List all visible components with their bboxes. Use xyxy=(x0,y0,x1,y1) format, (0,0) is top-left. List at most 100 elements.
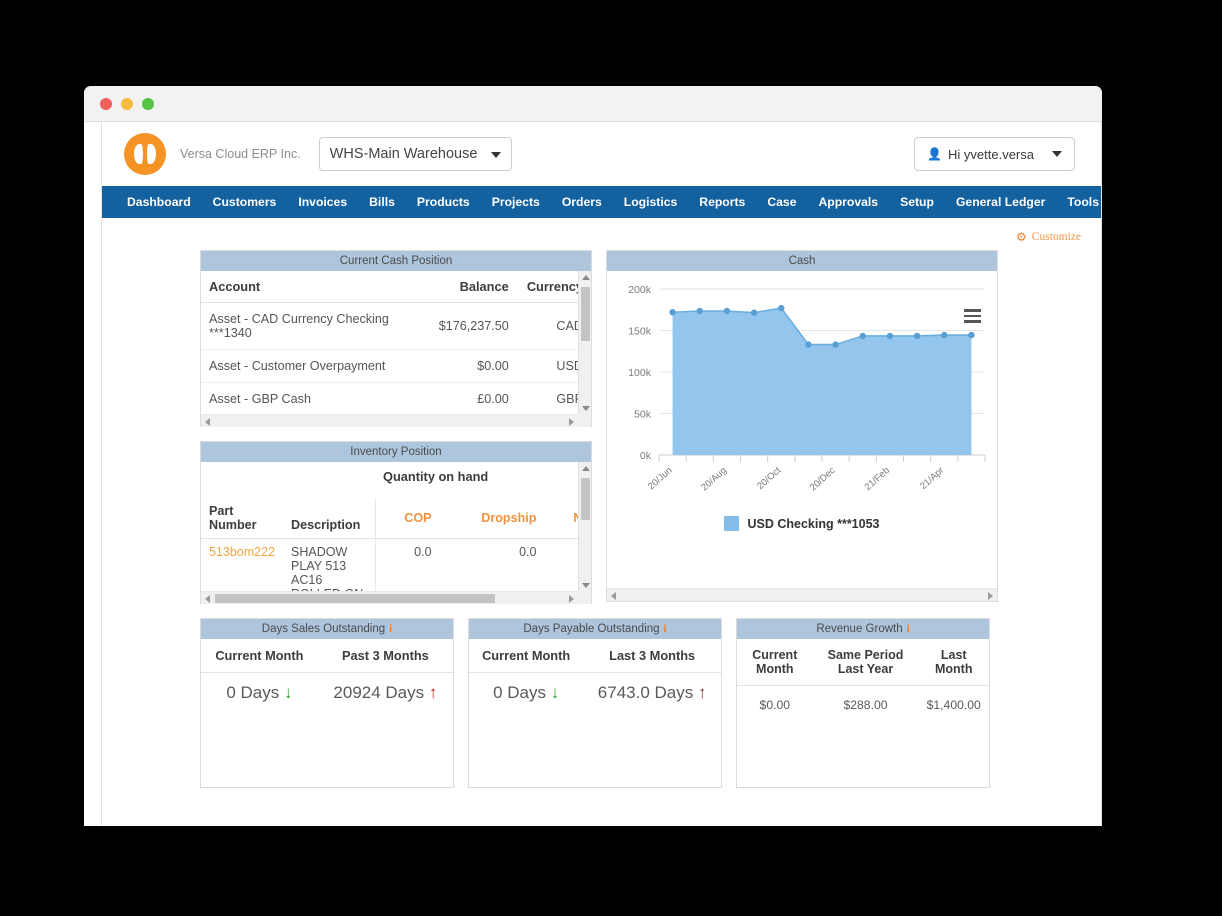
cell-past-3-months: 20924 Days ↑ xyxy=(318,673,453,714)
svg-text:20/Jun: 20/Jun xyxy=(646,465,675,492)
nav-item-orders[interactable]: Orders xyxy=(551,186,613,218)
cell-current-month: 0 Days ↓ xyxy=(469,673,583,714)
chart-menu-icon[interactable] xyxy=(964,309,981,326)
scroll-up-icon[interactable] xyxy=(582,275,590,280)
svg-text:200k: 200k xyxy=(628,284,652,296)
table-row[interactable]: Asset - Customer Overpayment $0.00 USD xyxy=(201,349,591,383)
nav-item-invoices[interactable]: Invoices xyxy=(287,186,358,218)
inventory-position-table: Quantity on hand Part Number Description… xyxy=(201,462,591,604)
nav-item-reports[interactable]: Reports xyxy=(688,186,756,218)
nav-item-customers[interactable]: Customers xyxy=(202,186,288,218)
legend-label: USD Checking ***1053 xyxy=(747,516,880,531)
nav-item-tools[interactable]: Tools xyxy=(1056,186,1101,218)
group-header-quantity-on-hand: Quantity on hand xyxy=(383,469,489,484)
scroll-right-icon[interactable] xyxy=(569,418,574,426)
table-header-row: Current Month Last 3 Months xyxy=(469,639,721,673)
chart-canvas: 0k 50k 100k 150k 200k 20/Jun 20/Aug 20/Oct 20/De… xyxy=(628,284,986,493)
user-menu-label: Hi yvette.versa xyxy=(948,146,1034,162)
minimize-window-button[interactable] xyxy=(121,97,133,110)
horizontal-scrollbar[interactable] xyxy=(201,591,578,604)
table-row: 0 Days ↓ 6743.0 Days ↑ xyxy=(469,673,721,714)
panel-title-label: Days Payable Outstanding xyxy=(523,623,660,635)
panel-title: Cash xyxy=(607,251,997,271)
vertical-scrollbar[interactable] xyxy=(578,271,591,415)
nav-item-products[interactable]: Products xyxy=(406,186,481,218)
scrollbar-thumb[interactable] xyxy=(581,287,590,341)
dashboard-content: ⚙ Customize Current Cash Position Accoun… xyxy=(102,218,1101,826)
chart-legend: USD Checking ***1053 xyxy=(607,516,997,531)
column-header-part-number: Part Number xyxy=(201,498,284,539)
scroll-left-icon[interactable] xyxy=(205,595,210,603)
info-icon[interactable]: i xyxy=(664,623,667,635)
scroll-up-icon[interactable] xyxy=(582,466,590,471)
nav-item-dashboard[interactable]: Dashboard xyxy=(116,186,202,218)
column-header-description: Description xyxy=(283,498,376,539)
cell-account: Asset - CAD Currency Checking ***1340 xyxy=(201,302,420,350)
chevron-down-icon xyxy=(1052,151,1062,157)
table-row[interactable]: Asset - CAD Currency Checking ***1340 $1… xyxy=(201,302,591,350)
chevron-down-icon xyxy=(490,152,501,158)
brand-name: Versa Cloud ERP Inc. xyxy=(180,147,301,161)
trend-up-icon: ↑ xyxy=(428,683,438,702)
svg-text:20/Oct: 20/Oct xyxy=(755,465,783,492)
horizontal-scrollbar[interactable] xyxy=(201,414,578,427)
panel-title-label: Days Sales Outstanding xyxy=(261,623,386,635)
customize-row: ⚙ Customize xyxy=(112,224,1091,250)
maximize-window-button[interactable] xyxy=(142,97,154,110)
scrollbar-thumb[interactable] xyxy=(215,594,495,603)
scroll-down-icon[interactable] xyxy=(582,583,590,588)
cell-balance: $176,237.50 xyxy=(419,302,517,350)
customize-link[interactable]: ⚙ Customize xyxy=(1016,230,1081,245)
scroll-right-icon[interactable] xyxy=(988,592,993,600)
dashboard-top-row: Current Cash Position Account Balance Cu… xyxy=(112,250,1091,618)
scrollbar-thumb[interactable] xyxy=(581,478,590,520)
scrollbar-corner xyxy=(578,414,591,427)
svg-text:20/Dec: 20/Dec xyxy=(808,465,838,493)
scroll-left-icon[interactable] xyxy=(205,418,210,426)
column-header-dropship: Dropship xyxy=(439,498,545,539)
column-header-last-3-months: Last 3 Months xyxy=(583,639,721,673)
column-header-cop: COP xyxy=(374,498,440,539)
panel-revenue-growth: Revenue Growth i Current Month Same Perio… xyxy=(736,618,990,788)
close-window-button[interactable] xyxy=(100,97,112,110)
nav-item-approvals[interactable]: Approvals xyxy=(807,186,889,218)
table-group-header-row: Quantity on hand xyxy=(201,462,591,498)
svg-text:0k: 0k xyxy=(640,450,652,462)
scroll-down-icon[interactable] xyxy=(582,406,590,411)
cell-last-month: $1,400.00 xyxy=(926,698,981,712)
nav-item-case[interactable]: Case xyxy=(756,186,807,218)
scroll-right-icon[interactable] xyxy=(569,595,574,603)
warehouse-select[interactable]: WHS-Main Warehouse xyxy=(318,137,512,171)
panel-title: Inventory Position xyxy=(201,442,591,462)
panel-cash-chart: Cash 0k 50k 100k 150k 200k 20/Jun 20/Aug 20/Oct… xyxy=(606,250,998,602)
svg-text:100k: 100k xyxy=(628,367,652,379)
cell-last-3-months: 6743.0 Days ↑ xyxy=(583,673,721,714)
scroll-left-icon[interactable] xyxy=(611,592,616,600)
nav-item-logistics[interactable]: Logistics xyxy=(613,186,689,218)
nav-item-setup[interactable]: Setup xyxy=(889,186,945,218)
dso-table: Current Month Past 3 Months 0 Days ↓ 209… xyxy=(201,639,453,713)
dashboard-right-column: Cash 0k 50k 100k 150k 200k 20/Jun 20/Aug 20/Oct… xyxy=(606,250,998,618)
vertical-scrollbar[interactable] xyxy=(578,462,591,592)
panel-current-cash-position: Current Cash Position Account Balance Cu… xyxy=(200,250,592,427)
info-icon[interactable]: i xyxy=(389,623,392,635)
info-icon[interactable]: i xyxy=(907,623,910,635)
table-header-row: Current Month Same Period Last Year Last… xyxy=(737,639,989,686)
panel-title: Days Payable Outstanding i xyxy=(469,619,721,639)
table-header-row: Account Balance Currency xyxy=(201,271,591,303)
user-menu[interactable]: 👤 Hi yvette.versa xyxy=(914,137,1075,171)
table-row[interactable]: Asset - GBP Cash £0.00 GBP xyxy=(201,382,591,416)
column-header-current-month: Current Month xyxy=(737,639,813,686)
panel-body: Quantity on hand Part Number Description… xyxy=(201,462,591,604)
panel-days-sales-outstanding: Days Sales Outstanding i Current Month Pa… xyxy=(200,618,454,788)
nav-item-bills[interactable]: Bills xyxy=(358,186,406,218)
dpo-current-value: 0 Days xyxy=(493,683,546,702)
table-row: $0.00 $288.00 $1,400.00 xyxy=(737,686,989,725)
panel-inventory-position: Inventory Position Quantity on hand Part… xyxy=(200,441,592,604)
nav-item-projects[interactable]: Projects xyxy=(481,186,551,218)
horizontal-scrollbar[interactable] xyxy=(607,588,997,601)
table-row: 0 Days ↓ 20924 Days ↑ xyxy=(201,673,453,714)
column-header-account: Account xyxy=(201,271,420,303)
nav-item-general-ledger[interactable]: General Ledger xyxy=(945,186,1056,218)
trend-down-icon: ↓ xyxy=(283,683,293,702)
